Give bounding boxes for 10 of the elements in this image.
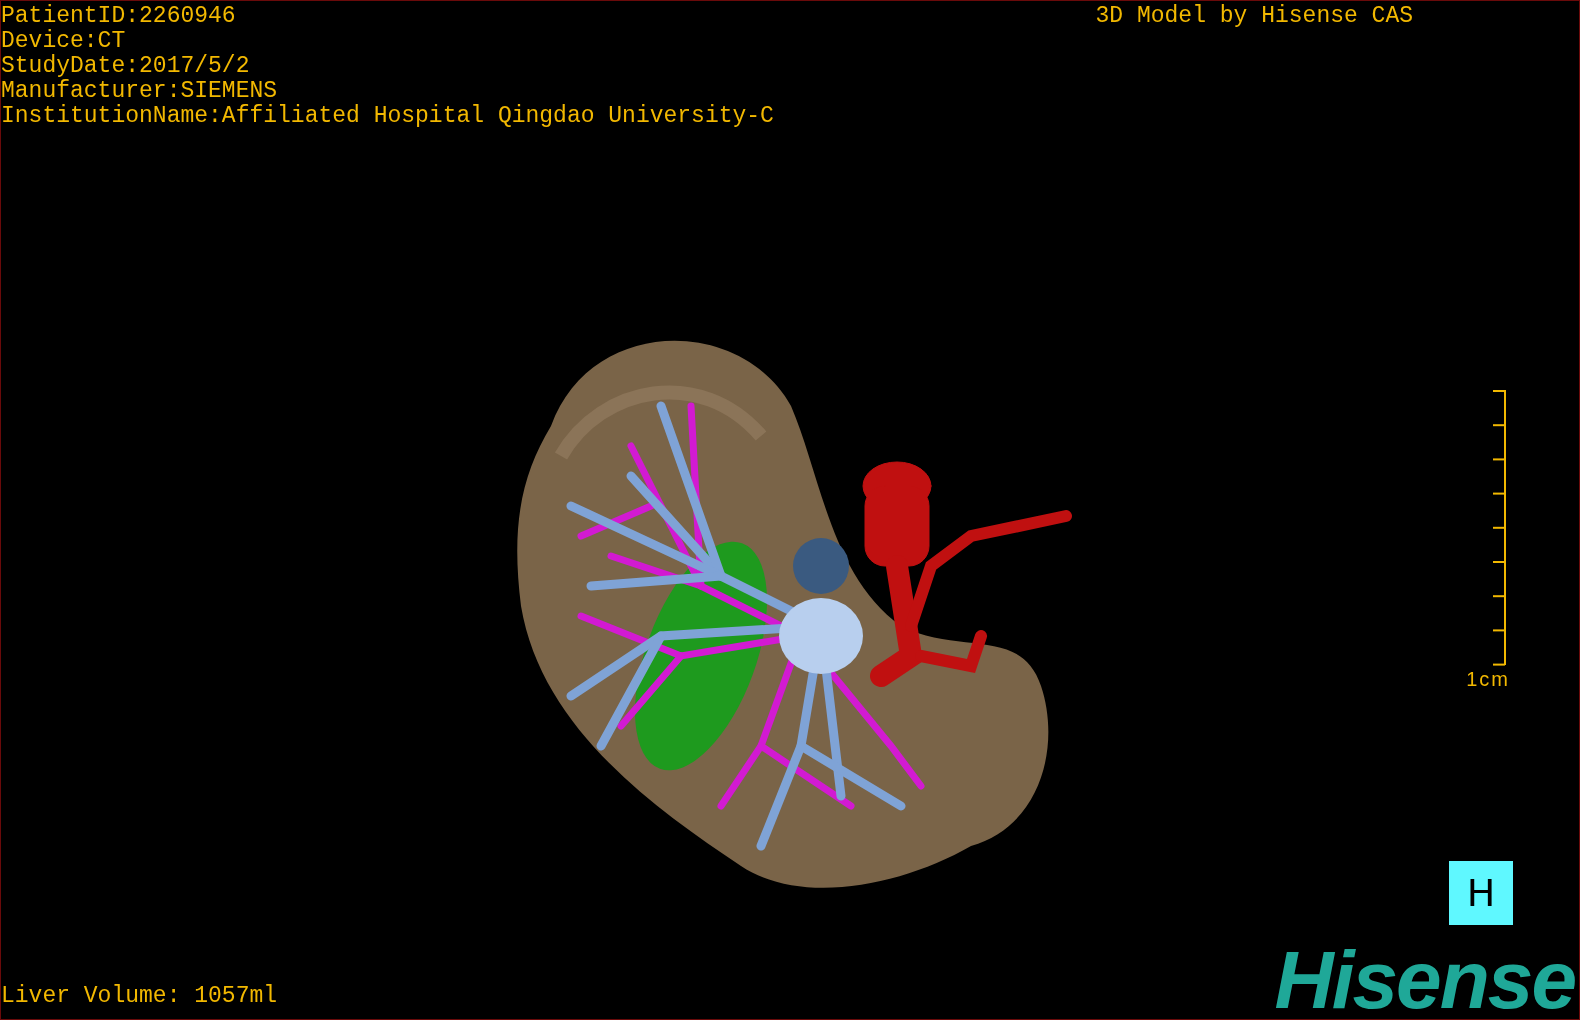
- scale-label: 1cm: [1466, 668, 1510, 691]
- patient-info-text: Device:CT: [1, 29, 127, 54]
- patient-info-text: PatientID:2260946: [1, 4, 237, 29]
- liver-volume-text: Liver Volume: 1057ml: [1, 984, 278, 1011]
- model-caption: 3D Model by Hisense CAS: [1095, 2, 1413, 29]
- patient-info-text: Manufacturer:SIEMENS: [1, 79, 279, 104]
- patient-info-text: InstitutionName:Affiliated Hospital Qingdao University-C: [1, 104, 774, 129]
- view-orientation-button[interactable]: H: [1449, 861, 1513, 925]
- brand-logo: Hisense: [1274, 947, 1576, 1019]
- patient-info-text: StudyDate:2017/5/2: [1, 54, 251, 79]
